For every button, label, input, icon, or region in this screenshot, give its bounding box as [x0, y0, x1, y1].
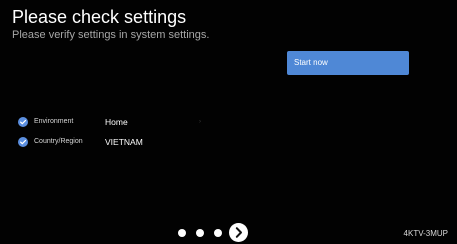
- page-dot: [178, 229, 186, 237]
- settings-check-screen: Please check settings Please verify sett…: [0, 0, 457, 244]
- start-now-button[interactable]: Start now: [287, 51, 409, 75]
- check-circle-icon: [18, 117, 28, 127]
- page-dot: [196, 229, 204, 237]
- page-dot: [214, 229, 222, 237]
- chevron-right-icon: [235, 227, 242, 238]
- setting-value-environment: Home: [105, 117, 128, 127]
- check-circle-icon: [18, 137, 28, 147]
- next-page-button[interactable]: [229, 223, 248, 242]
- page-title: Please check settings: [12, 7, 187, 27]
- model-name: 4KTV-3MUP: [403, 229, 448, 238]
- setting-value-country-region: VIETNAM: [105, 137, 143, 147]
- page-subtitle: Please verify settings in system setting…: [12, 29, 210, 41]
- setting-label-country-region: Country/Region: [34, 138, 83, 145]
- chevron-right-icon: ›: [199, 119, 201, 125]
- setting-label-environment: Environment: [34, 118, 74, 125]
